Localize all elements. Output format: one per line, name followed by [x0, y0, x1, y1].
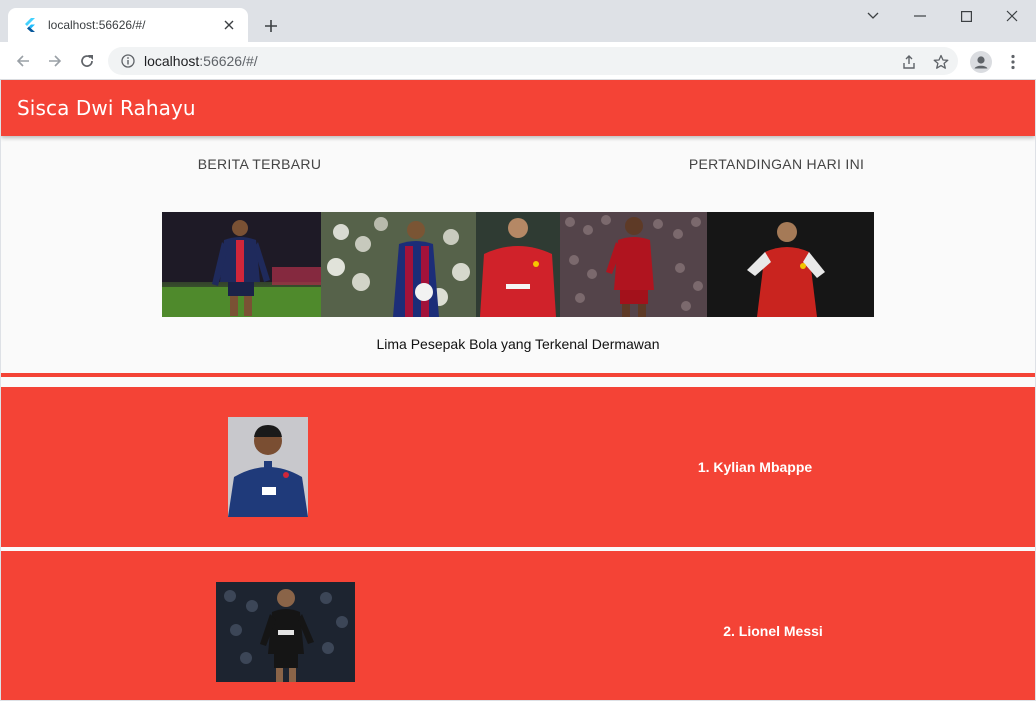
player-card-messi[interactable]: 2. Lionel Messi: [1, 551, 1035, 700]
maximize-icon[interactable]: [943, 0, 989, 32]
player-photo-arsenal-icon: [707, 212, 874, 317]
flutter-icon: [22, 17, 38, 33]
reload-icon[interactable]: [72, 46, 102, 76]
tab-berita-terbaru[interactable]: BERITA TERBARU: [1, 136, 518, 192]
player-photo-manutd-icon: [476, 212, 560, 317]
browser-tabstrip: localhost:56626/#/: [0, 0, 1036, 42]
tab-search-icon[interactable]: [850, 0, 896, 32]
forward-arrow-icon[interactable]: [40, 46, 70, 76]
player-name: 1. Kylian Mbappe: [697, 459, 813, 475]
tab-title: localhost:56626/#/: [48, 18, 146, 32]
player-card-mbappe[interactable]: 1. Kylian Mbappe: [1, 387, 1035, 547]
bookmark-star-icon[interactable]: [930, 51, 952, 73]
site-info-icon[interactable]: [120, 53, 136, 69]
back-arrow-icon[interactable]: [8, 46, 38, 76]
url-text: localhost:56626/#/: [144, 53, 258, 69]
banner-image: [162, 212, 874, 317]
player-name: 2. Lionel Messi: [723, 623, 823, 639]
player-photo-liverpool-icon: [560, 212, 707, 317]
news-tabs: BERITA TERBARU PERTANDINGAN HARI INI: [1, 136, 1035, 192]
app-viewport: Sisca Dwi Rahayu BERITA TERBARU PERTANDI…: [1, 80, 1035, 700]
player-photo-barcelona-icon: [321, 212, 476, 317]
profile-avatar-icon[interactable]: [968, 49, 994, 75]
player-photo-mbappe-icon: [228, 417, 308, 517]
section-divider: [1, 373, 1035, 377]
close-tab-icon[interactable]: [220, 16, 238, 34]
tab-pertandingan-hari-ini[interactable]: PERTANDINGAN HARI INI: [518, 136, 1035, 192]
banner-caption: Lima Pesepak Bola yang Terkenal Dermawan: [376, 336, 660, 352]
close-window-icon[interactable]: [989, 0, 1035, 32]
player-photo-psg-icon: [162, 212, 321, 317]
share-icon[interactable]: [898, 51, 920, 73]
browser-menu-icon[interactable]: [1002, 49, 1024, 75]
app-bar: Sisca Dwi Rahayu: [1, 80, 1035, 136]
app-title: Sisca Dwi Rahayu: [17, 96, 196, 120]
new-tab-icon[interactable]: [258, 13, 284, 39]
player-photo-messi-icon: [216, 582, 355, 682]
minimize-icon[interactable]: [897, 0, 943, 32]
browser-tab[interactable]: localhost:56626/#/: [8, 8, 248, 42]
browser-toolbar: localhost:56626/#/: [0, 42, 1036, 80]
address-bar[interactable]: localhost:56626/#/: [108, 47, 958, 75]
